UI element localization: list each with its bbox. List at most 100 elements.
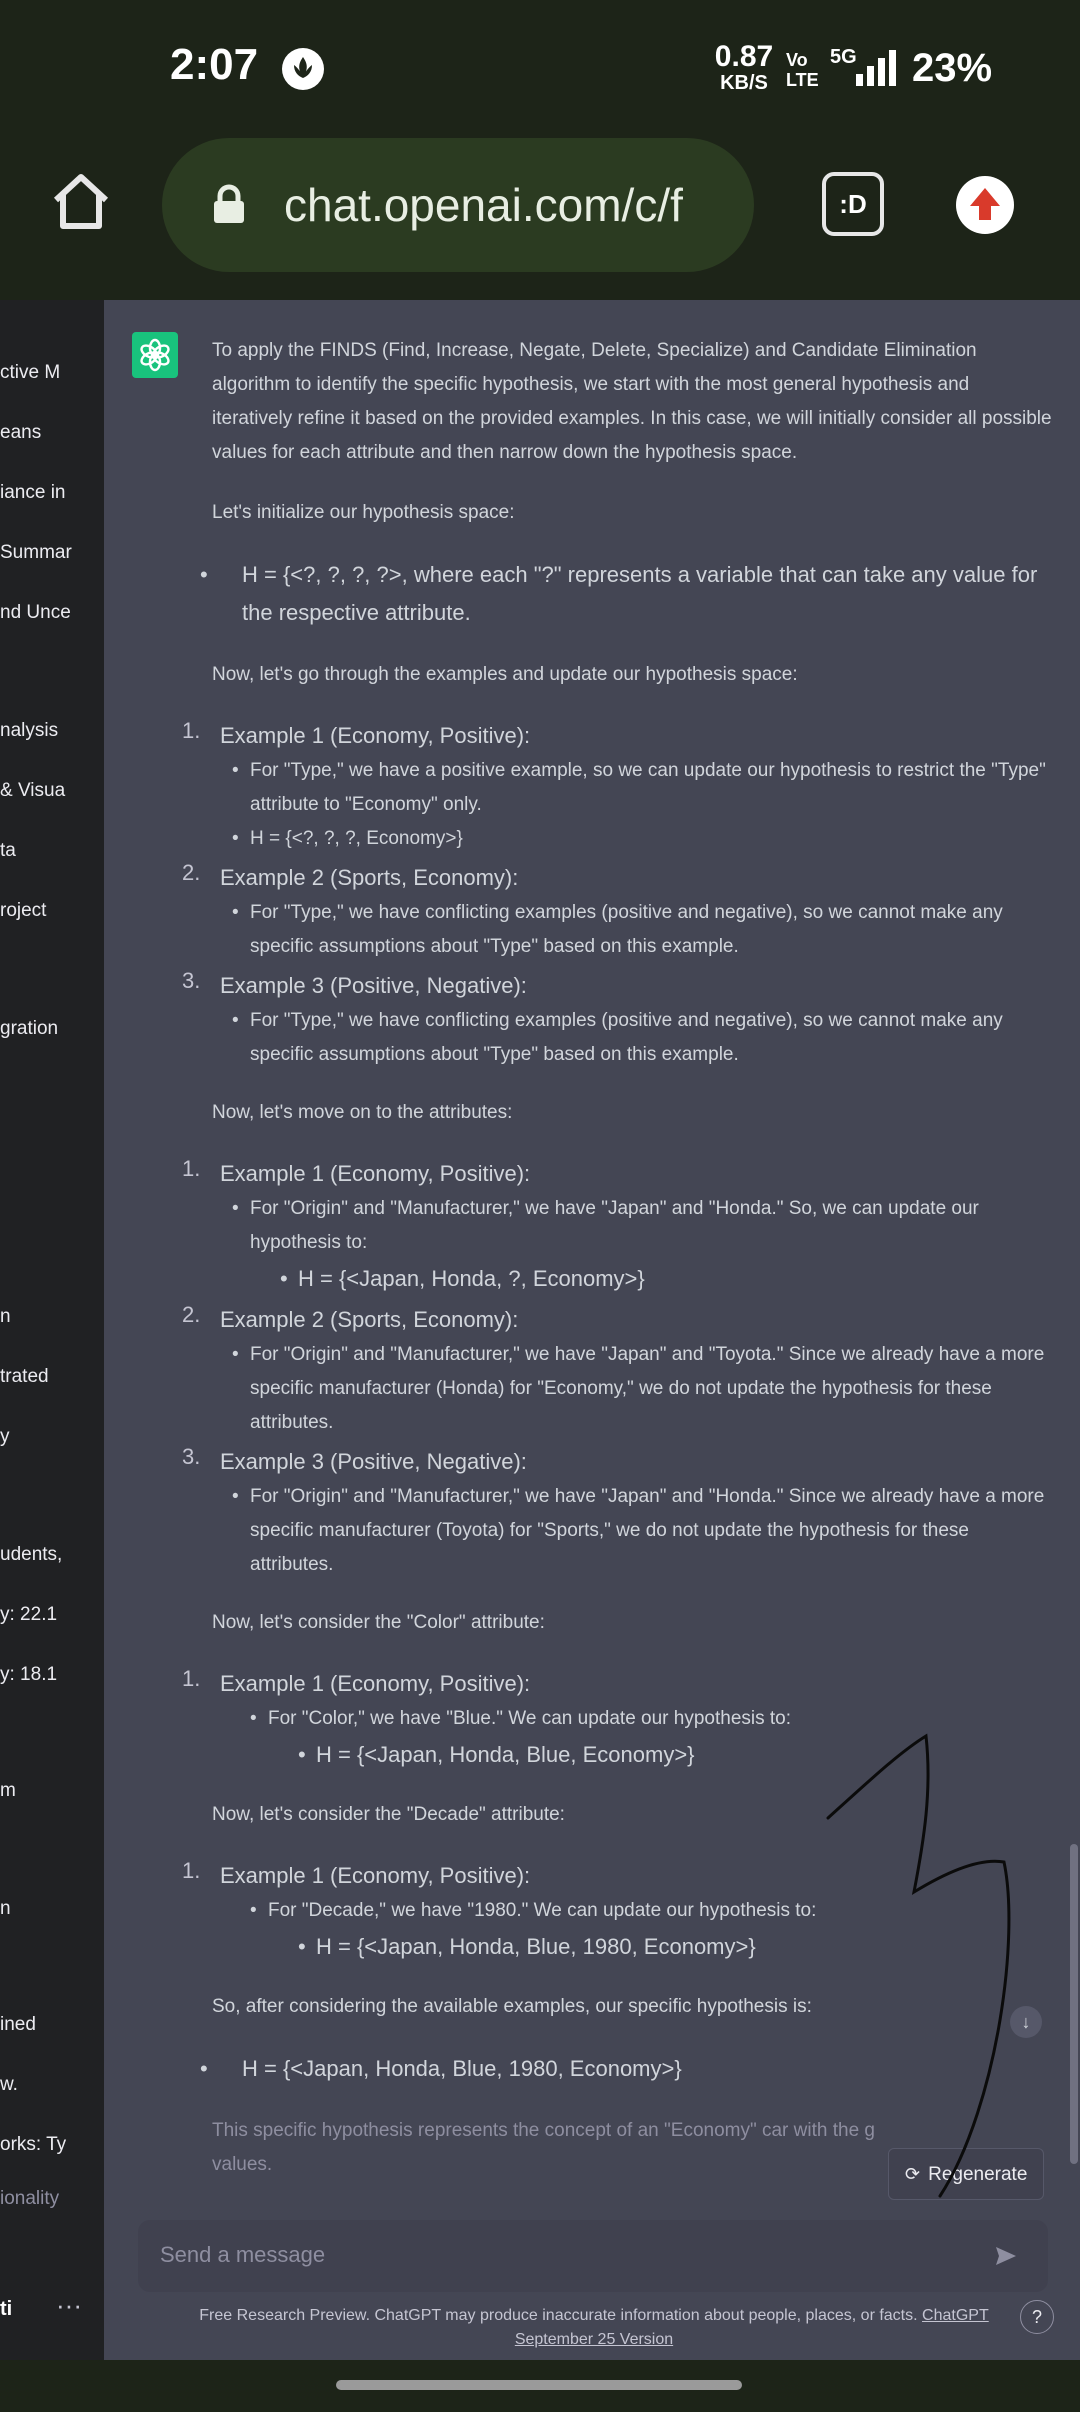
list-number: 1.	[182, 1156, 201, 1181]
list-item: H = {<?, ?, ?, Economy>}	[232, 822, 1052, 856]
list-number: 1.	[182, 718, 201, 743]
list-item: For "Origin" and "Manufacturer," we have…	[232, 1338, 1052, 1440]
example-heading: Example 1 (Economy, Positive):	[220, 1863, 531, 1888]
send-icon[interactable]	[994, 2244, 1018, 2268]
list-item: For "Origin" and "Manufacturer," we have…	[232, 1192, 1052, 1298]
example-heading: Example 3 (Positive, Negative):	[220, 1449, 527, 1474]
sidebar-item[interactable]: y: 18.1	[0, 1664, 57, 1686]
list-item: For "Type," we have a positive example, …	[232, 754, 1052, 822]
list-item-text: For "Decade," we have "1980." We can upd…	[268, 1900, 817, 1921]
sidebar-item[interactable]: n	[0, 1898, 11, 1920]
home-gesture-bar[interactable]	[336, 2380, 742, 2390]
sidebar-item[interactable]: udents,	[0, 1544, 62, 1566]
sidebar-item[interactable]: y: 22.1	[0, 1604, 57, 1626]
footer-disclaimer: Free Research Preview. ChatGPT may produ…	[144, 2304, 1044, 2352]
address-bar[interactable]: chat.openai.com/c/f	[162, 138, 754, 272]
network-speed: 0.87 KB/S	[714, 40, 774, 96]
help-button[interactable]: ?	[1020, 2300, 1054, 2334]
sidebar-item[interactable]: trated	[0, 1366, 49, 1388]
list-item: For "Color," we have "Blue." We can upda…	[250, 1702, 1052, 1774]
hypothesis-item: H = {<Japan, Honda, Blue, Economy>}	[298, 1736, 1052, 1774]
status-time: 2:07	[170, 40, 259, 89]
sidebar-item[interactable]: orks: Ty	[0, 2134, 66, 2156]
sidebar-item[interactable]: & Visua	[0, 780, 65, 802]
sidebar-item[interactable]: gration	[0, 1018, 58, 1040]
network-speed-value: 0.87	[714, 40, 774, 73]
hypothesis-item: H = {<Japan, Honda, ?, Economy>}	[280, 1260, 1052, 1298]
list-number: 3.	[182, 1444, 201, 1469]
footer-version-link[interactable]: September 25 Version	[515, 2331, 673, 2348]
sidebar-item[interactable]: w.	[0, 2074, 18, 2096]
list-number: 2.	[182, 1302, 201, 1327]
status-bar: 2:07 0.87 KB/S Vo LTE 5G 23%	[0, 0, 1080, 140]
sidebar-item[interactable]: ined	[0, 2014, 36, 2036]
go-through-paragraph: Now, let's go through the examples and u…	[212, 664, 798, 685]
closing-text-2: values.	[212, 2154, 273, 2175]
chatgpt-logo-icon	[132, 332, 178, 378]
list-number: 3.	[182, 968, 201, 993]
lock-icon	[212, 184, 246, 224]
sidebar-item[interactable]: nd Unce	[0, 602, 71, 624]
footer-text: Free Research Preview. ChatGPT may produ…	[199, 2307, 918, 2324]
message-input[interactable]: Send a message	[138, 2220, 1048, 2292]
list-item: 1. Example 1 (Economy, Positive): For "T…	[182, 718, 1052, 856]
example-heading: Example 1 (Economy, Positive):	[220, 1671, 531, 1696]
list-item: 2. Example 2 (Sports, Economy): For "Typ…	[182, 860, 1052, 964]
sidebar-item[interactable]: m	[0, 1780, 16, 1802]
list-item: 1. Example 1 (Economy, Positive): For "D…	[182, 1858, 1052, 1966]
example-heading: Example 2 (Sports, Economy):	[220, 1307, 519, 1332]
navigation-bar	[0, 2360, 1080, 2412]
closing-text: This specific hypothesis represents the …	[212, 2120, 875, 2141]
sidebar: ctive M eans iance in Summar nd Unce nal…	[0, 300, 104, 2360]
sidebar-item[interactable]: ta	[0, 840, 16, 862]
example-heading: Example 2 (Sports, Economy):	[220, 865, 519, 890]
scroll-down-button[interactable]: ↓	[1010, 2006, 1042, 2038]
example-heading: Example 1 (Economy, Positive):	[220, 723, 531, 748]
sidebar-item[interactable]: roject	[0, 900, 46, 922]
sidebar-item[interactable]: eans	[0, 422, 41, 444]
home-icon[interactable]	[50, 170, 112, 232]
list-item: For "Type," we have conflicting examples…	[232, 1004, 1052, 1072]
regenerate-label: Regenerate	[928, 2164, 1028, 2185]
sidebar-item[interactable]: iance in	[0, 482, 66, 504]
list-item: 3. Example 3 (Positive, Negative): For "…	[182, 968, 1052, 1072]
list-item-text: For "Origin" and "Manufacturer," we have…	[250, 1198, 979, 1253]
general-hypothesis: H = {<?, ?, ?, ?>, where each "?" repres…	[200, 556, 1052, 632]
decade-intro: Now, let's consider the "Decade" attribu…	[212, 1804, 565, 1825]
tab-switcher-button[interactable]: :D	[822, 172, 884, 236]
example-heading: Example 1 (Economy, Positive):	[220, 1161, 531, 1186]
user-name[interactable]: ti	[0, 2298, 12, 2321]
sidebar-item[interactable]: ctive M	[0, 362, 60, 384]
scrollbar[interactable]	[1070, 1844, 1078, 2164]
list-item-text: For "Color," we have "Blue." We can upda…	[268, 1708, 792, 1729]
more-icon[interactable]: ···	[56, 2290, 82, 2321]
signal-icon	[856, 50, 898, 86]
list-item: 1. Example 1 (Economy, Positive): For "O…	[182, 1156, 1052, 1298]
sidebar-item[interactable]: nalysis	[0, 720, 58, 742]
sidebar-item[interactable]: ionality	[0, 2188, 59, 2210]
url-text: chat.openai.com/c/f	[284, 179, 683, 231]
final-hypothesis: H = {<Japan, Honda, Blue, 1980, Economy>…	[200, 2050, 1052, 2088]
list-item: For "Type," we have conflicting examples…	[232, 896, 1052, 964]
color-intro: Now, let's consider the "Color" attribut…	[212, 1612, 545, 1633]
footer-link[interactable]: ChatGPT	[922, 2307, 989, 2324]
decade-examples-list: 1. Example 1 (Economy, Positive): For "D…	[182, 1858, 1052, 1966]
list-number: 1.	[182, 1666, 201, 1691]
refresh-icon: ⟳	[905, 2164, 921, 2184]
list-number: 2.	[182, 860, 201, 885]
regenerate-button[interactable]: ⟳ Regenerate	[888, 2148, 1044, 2200]
sidebar-item[interactable]: n	[0, 1306, 11, 1328]
list-item: For "Origin" and "Manufacturer," we have…	[232, 1480, 1052, 1582]
intro-paragraph: To apply the FINDS (Find, Increase, Nega…	[212, 340, 1052, 463]
conclusion-intro: So, after considering the available exam…	[212, 1996, 812, 2017]
sidebar-item[interactable]: Summar	[0, 542, 72, 564]
attribute-examples-list: 1. Example 1 (Economy, Positive): For "O…	[182, 1156, 1052, 1582]
list-number: 1.	[182, 1858, 201, 1883]
network-type: 5G	[830, 46, 857, 68]
sidebar-item[interactable]: y	[0, 1426, 10, 1448]
volte-indicator: Vo LTE	[786, 50, 819, 90]
message-placeholder: Send a message	[160, 2242, 326, 2267]
assistant-message: To apply the FINDS (Find, Increase, Nega…	[182, 334, 1052, 2182]
app-notification-icon	[282, 48, 324, 90]
arrow-up-icon[interactable]	[956, 176, 1014, 234]
